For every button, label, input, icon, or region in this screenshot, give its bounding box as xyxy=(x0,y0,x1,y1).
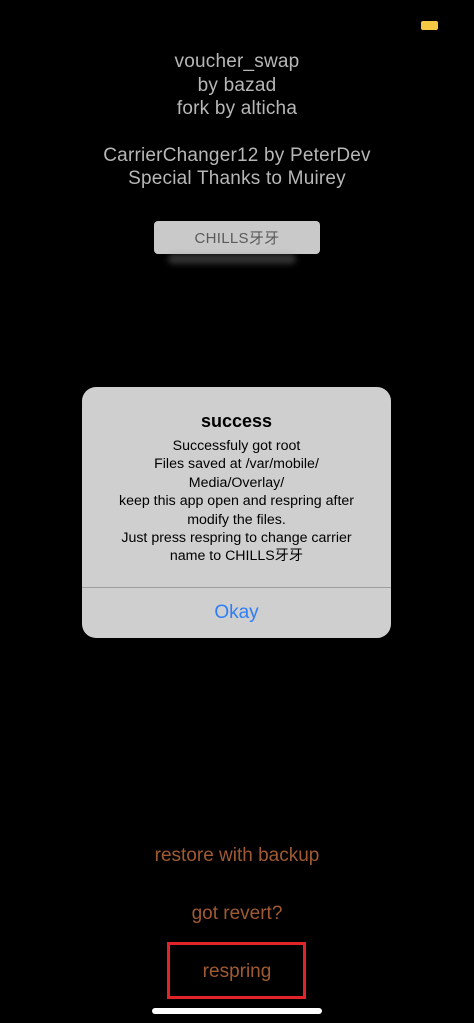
respring-button[interactable]: respring xyxy=(0,961,474,983)
alert-title: success xyxy=(200,411,273,431)
credit-line-4: CarrierChanger12 by PeterDev xyxy=(103,144,371,166)
alert-message-line: keep this app open and respring after xyxy=(118,493,355,510)
carrier-field-shadow xyxy=(168,254,296,264)
success-alert: success Successfuly got root Files saved… xyxy=(82,387,391,638)
alert-message: Successfuly got root Files saved at /var… xyxy=(96,437,377,566)
credit-line-2: by bazad xyxy=(197,74,277,96)
okay-button[interactable]: Okay xyxy=(82,588,391,638)
alert-message-line: name to CHILLS牙牙 xyxy=(169,548,304,565)
credit-line-1: voucher_swap xyxy=(174,51,300,72)
carrier-name-value: CHILLS牙牙 xyxy=(194,230,280,247)
app-screen: voucher_swap by bazad fork by alticha Ca… xyxy=(0,0,474,1023)
got-revert-button[interactable]: got revert? xyxy=(0,903,474,925)
credit-line-5: Special Thanks to Muirey xyxy=(128,168,346,189)
restore-with-backup-button[interactable]: restore with backup xyxy=(0,845,474,867)
credits-block: voucher_swap by bazad fork by alticha Ca… xyxy=(0,50,474,191)
credit-line-3: fork by alticha xyxy=(176,98,298,119)
carrier-name-field[interactable]: CHILLS牙牙 xyxy=(154,221,320,254)
alert-message-line: Files saved at /var/mobile/ xyxy=(154,456,319,473)
alert-message-line: Successfuly got root xyxy=(172,438,301,454)
alert-message-line: Just press respring to change carrier xyxy=(121,530,352,547)
home-indicator[interactable] xyxy=(152,1008,322,1014)
battery-icon xyxy=(421,21,438,30)
alert-message-line: modify the files. xyxy=(187,511,286,528)
credits-spacer xyxy=(0,121,474,144)
alert-message-line: Media/Overlay/ xyxy=(188,474,285,491)
